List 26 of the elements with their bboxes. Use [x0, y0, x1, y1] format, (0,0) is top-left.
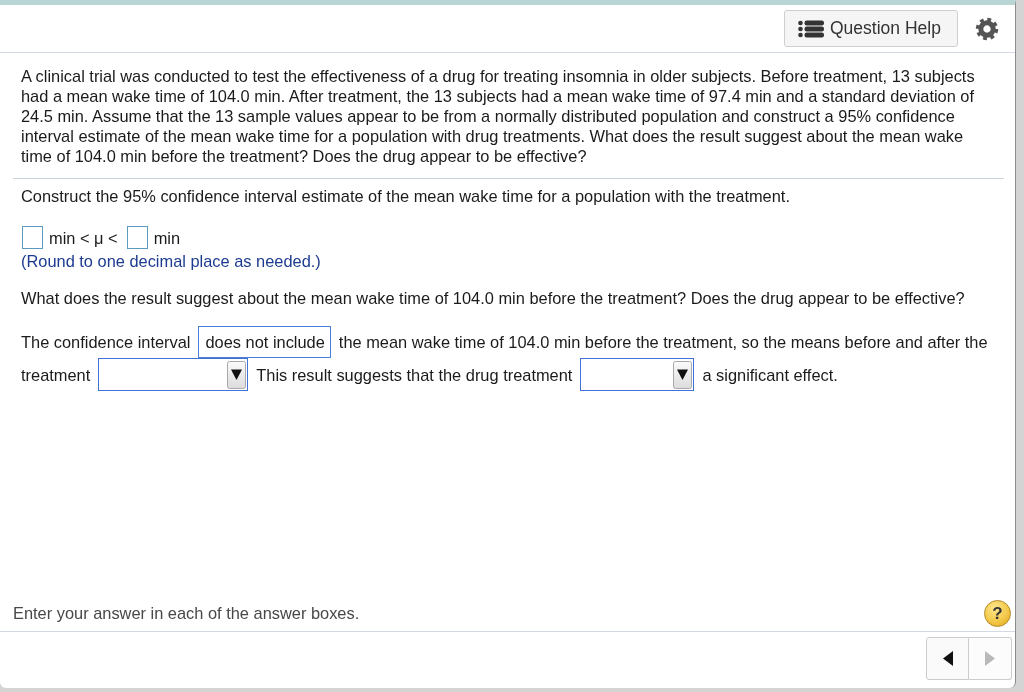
- question-text: A clinical trial was conducted to test the effectiveness of a drug for treating insomnia in older subjects. Before treatment, 13 subjects had a mean wake time of 104.0 min. After treatment, the 13 subjects had a mean wake time of 97.4 min and a standard deviation of 24.5 min. Assume that the 13 sample values appear to be from a normally distributed population and construct a 95% confidence interval estimate of the mean wake time for a population with drug treatments. What does the result suggest about the mean wake time of 104.0 min before the treatment? Does the drug appear to be effective?: [21, 66, 976, 166]
- prompt-text: Construct the 95% confidence interval estimate of the mean wake time for a population with the treatment.: [21, 186, 791, 206]
- sentence-text: The confidence interval: [21, 331, 191, 352]
- hint-text: (Round to one decimal place as needed.): [21, 251, 322, 271]
- previous-button[interactable]: [926, 637, 969, 680]
- list-icon: [798, 19, 824, 38]
- question-help-button[interactable]: Question Help: [784, 10, 958, 47]
- sentence-text: This result suggests that the drug treatment: [256, 364, 573, 385]
- dropdown[interactable]: does not include: [198, 325, 331, 358]
- help-button[interactable]: ?: [984, 599, 1011, 627]
- prompt-text: What does the result suggest about the mean wake time of 104.0 min before the treatment? Does the drug appear to be effective?: [21, 288, 966, 308]
- sentence-text: a significant effect.: [702, 364, 838, 385]
- answer-box[interactable]: [126, 226, 148, 249]
- left-arrow-icon: [942, 651, 953, 666]
- dropdown[interactable]: [98, 358, 249, 391]
- caret-icon: [673, 360, 693, 389]
- sentence-text: the mean wake time of 104.0 min before the treatment, so the means before and after the: [338, 331, 988, 352]
- answer-label-text: min < μ <: [49, 227, 118, 248]
- answer-label-text: min: [153, 227, 181, 248]
- sentence-text: treatment: [21, 364, 91, 385]
- right-arrow-icon: [985, 651, 995, 666]
- instruction-text: Enter your answer in each of the answer boxes.: [13, 603, 360, 623]
- dropdown[interactable]: [580, 358, 695, 391]
- caret-icon: [227, 360, 247, 389]
- settings-icon[interactable]: [975, 16, 999, 41]
- answer-box[interactable]: [22, 226, 43, 249]
